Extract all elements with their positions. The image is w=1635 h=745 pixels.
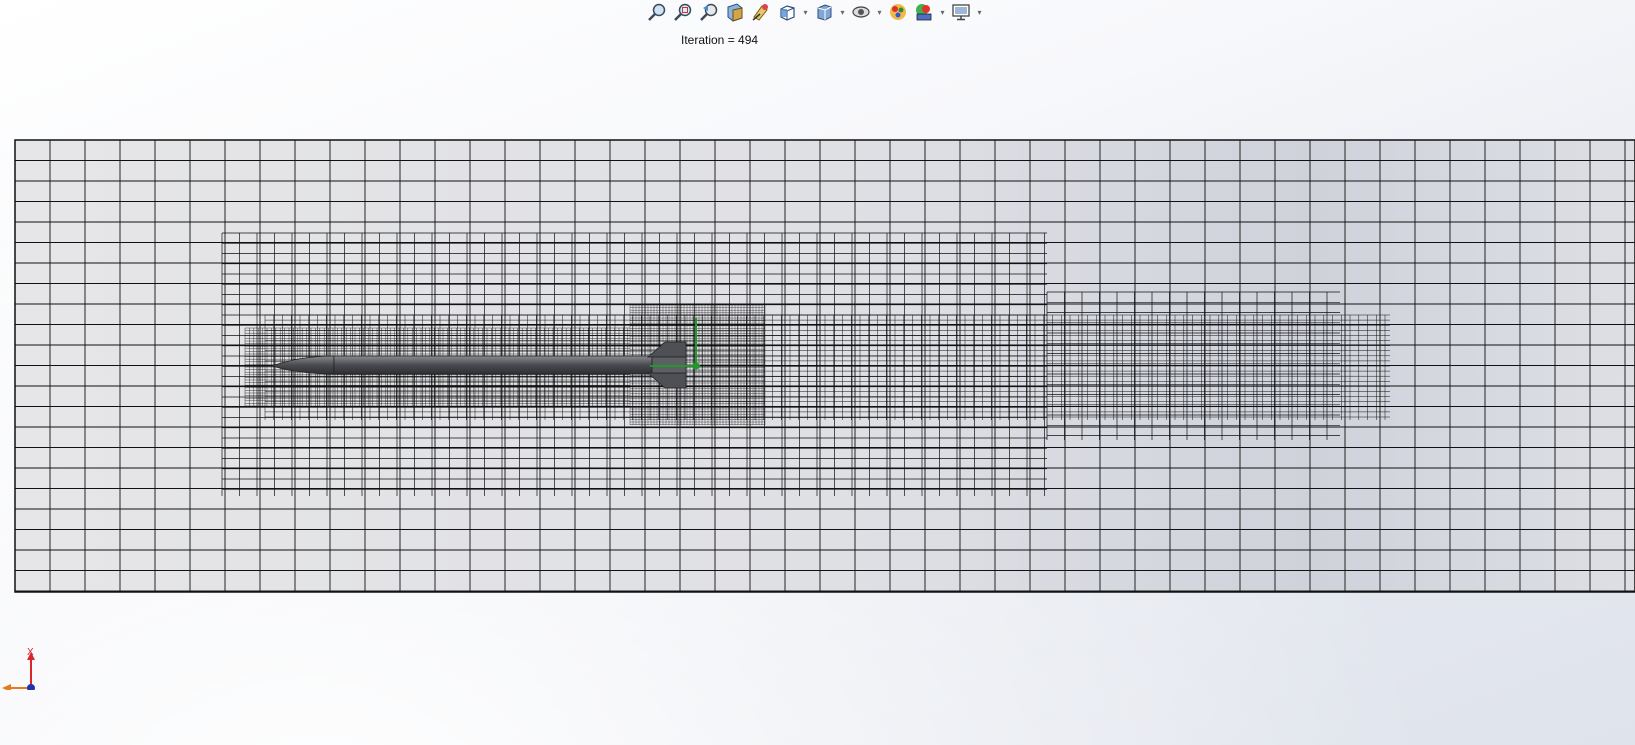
computational-mesh — [14, 139, 1635, 593]
orientation-triad: X — [2, 647, 35, 690]
triad-origin — [27, 684, 35, 690]
rocket-body-tube — [333, 355, 653, 375]
